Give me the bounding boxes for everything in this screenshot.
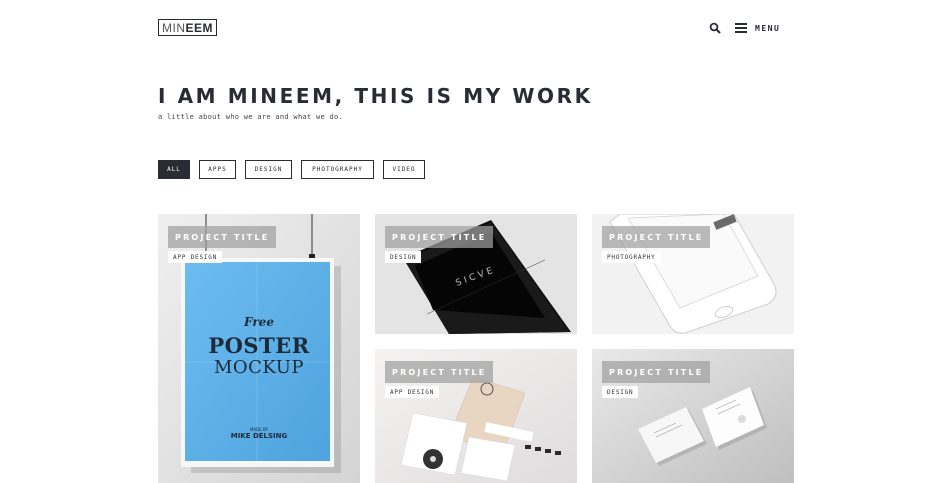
poster-line-3: MOCKUP bbox=[213, 357, 305, 378]
project-category: APP DESIGN bbox=[168, 251, 223, 263]
portfolio-filters: ALL APPS DESIGN PHOTOGRAPHY VIDEO bbox=[158, 160, 425, 179]
hamburger-icon bbox=[735, 23, 747, 33]
logo-text-light: MIN bbox=[161, 20, 186, 35]
project-card[interactable]: Free POSTER MOCKUP MADE BY MIKE DELSING … bbox=[158, 214, 360, 483]
project-title: PROJECT TITLE bbox=[168, 226, 277, 248]
poster-credit-2: MIKE DELSING bbox=[230, 432, 288, 440]
project-card[interactable]: PROJECT TITLE APP DESIGN bbox=[375, 349, 577, 483]
filter-video[interactable]: VIDEO bbox=[383, 160, 425, 179]
menu-button[interactable]: MENU bbox=[735, 21, 780, 35]
project-title: PROJECT TITLE bbox=[602, 361, 711, 383]
project-category: DESIGN bbox=[385, 251, 422, 263]
project-category: DESIGN bbox=[602, 386, 639, 398]
poster-line-1: Free bbox=[244, 315, 274, 329]
site-logo[interactable]: MIN EEM bbox=[158, 19, 217, 36]
menu-label: MENU bbox=[755, 23, 781, 33]
logo-text-bold: EEM bbox=[185, 20, 213, 35]
project-card[interactable]: PROJECT TITLE DESIGN bbox=[592, 349, 794, 483]
search-icon[interactable] bbox=[709, 22, 721, 34]
project-category: APP DESIGN bbox=[385, 386, 440, 398]
project-title: PROJECT TITLE bbox=[385, 226, 494, 248]
project-card[interactable]: PROJECT TITLE PHOTOGRAPHY bbox=[592, 214, 794, 334]
filter-all[interactable]: ALL bbox=[158, 160, 190, 179]
page-subtitle: a little about who we are and what we do… bbox=[158, 113, 344, 121]
poster-line-2: POSTER bbox=[208, 333, 310, 358]
project-title: PROJECT TITLE bbox=[385, 361, 494, 383]
filter-design[interactable]: DESIGN bbox=[245, 160, 292, 179]
project-category: PHOTOGRAPHY bbox=[602, 251, 661, 263]
page-title: I AM MINEEM, THIS IS MY WORK bbox=[158, 84, 593, 108]
project-title: PROJECT TITLE bbox=[602, 226, 711, 248]
project-card[interactable]: SICVE PROJECT TITLE DESIGN bbox=[375, 214, 577, 334]
filter-photography[interactable]: PHOTOGRAPHY bbox=[301, 160, 374, 179]
filter-apps[interactable]: APPS bbox=[199, 160, 236, 179]
